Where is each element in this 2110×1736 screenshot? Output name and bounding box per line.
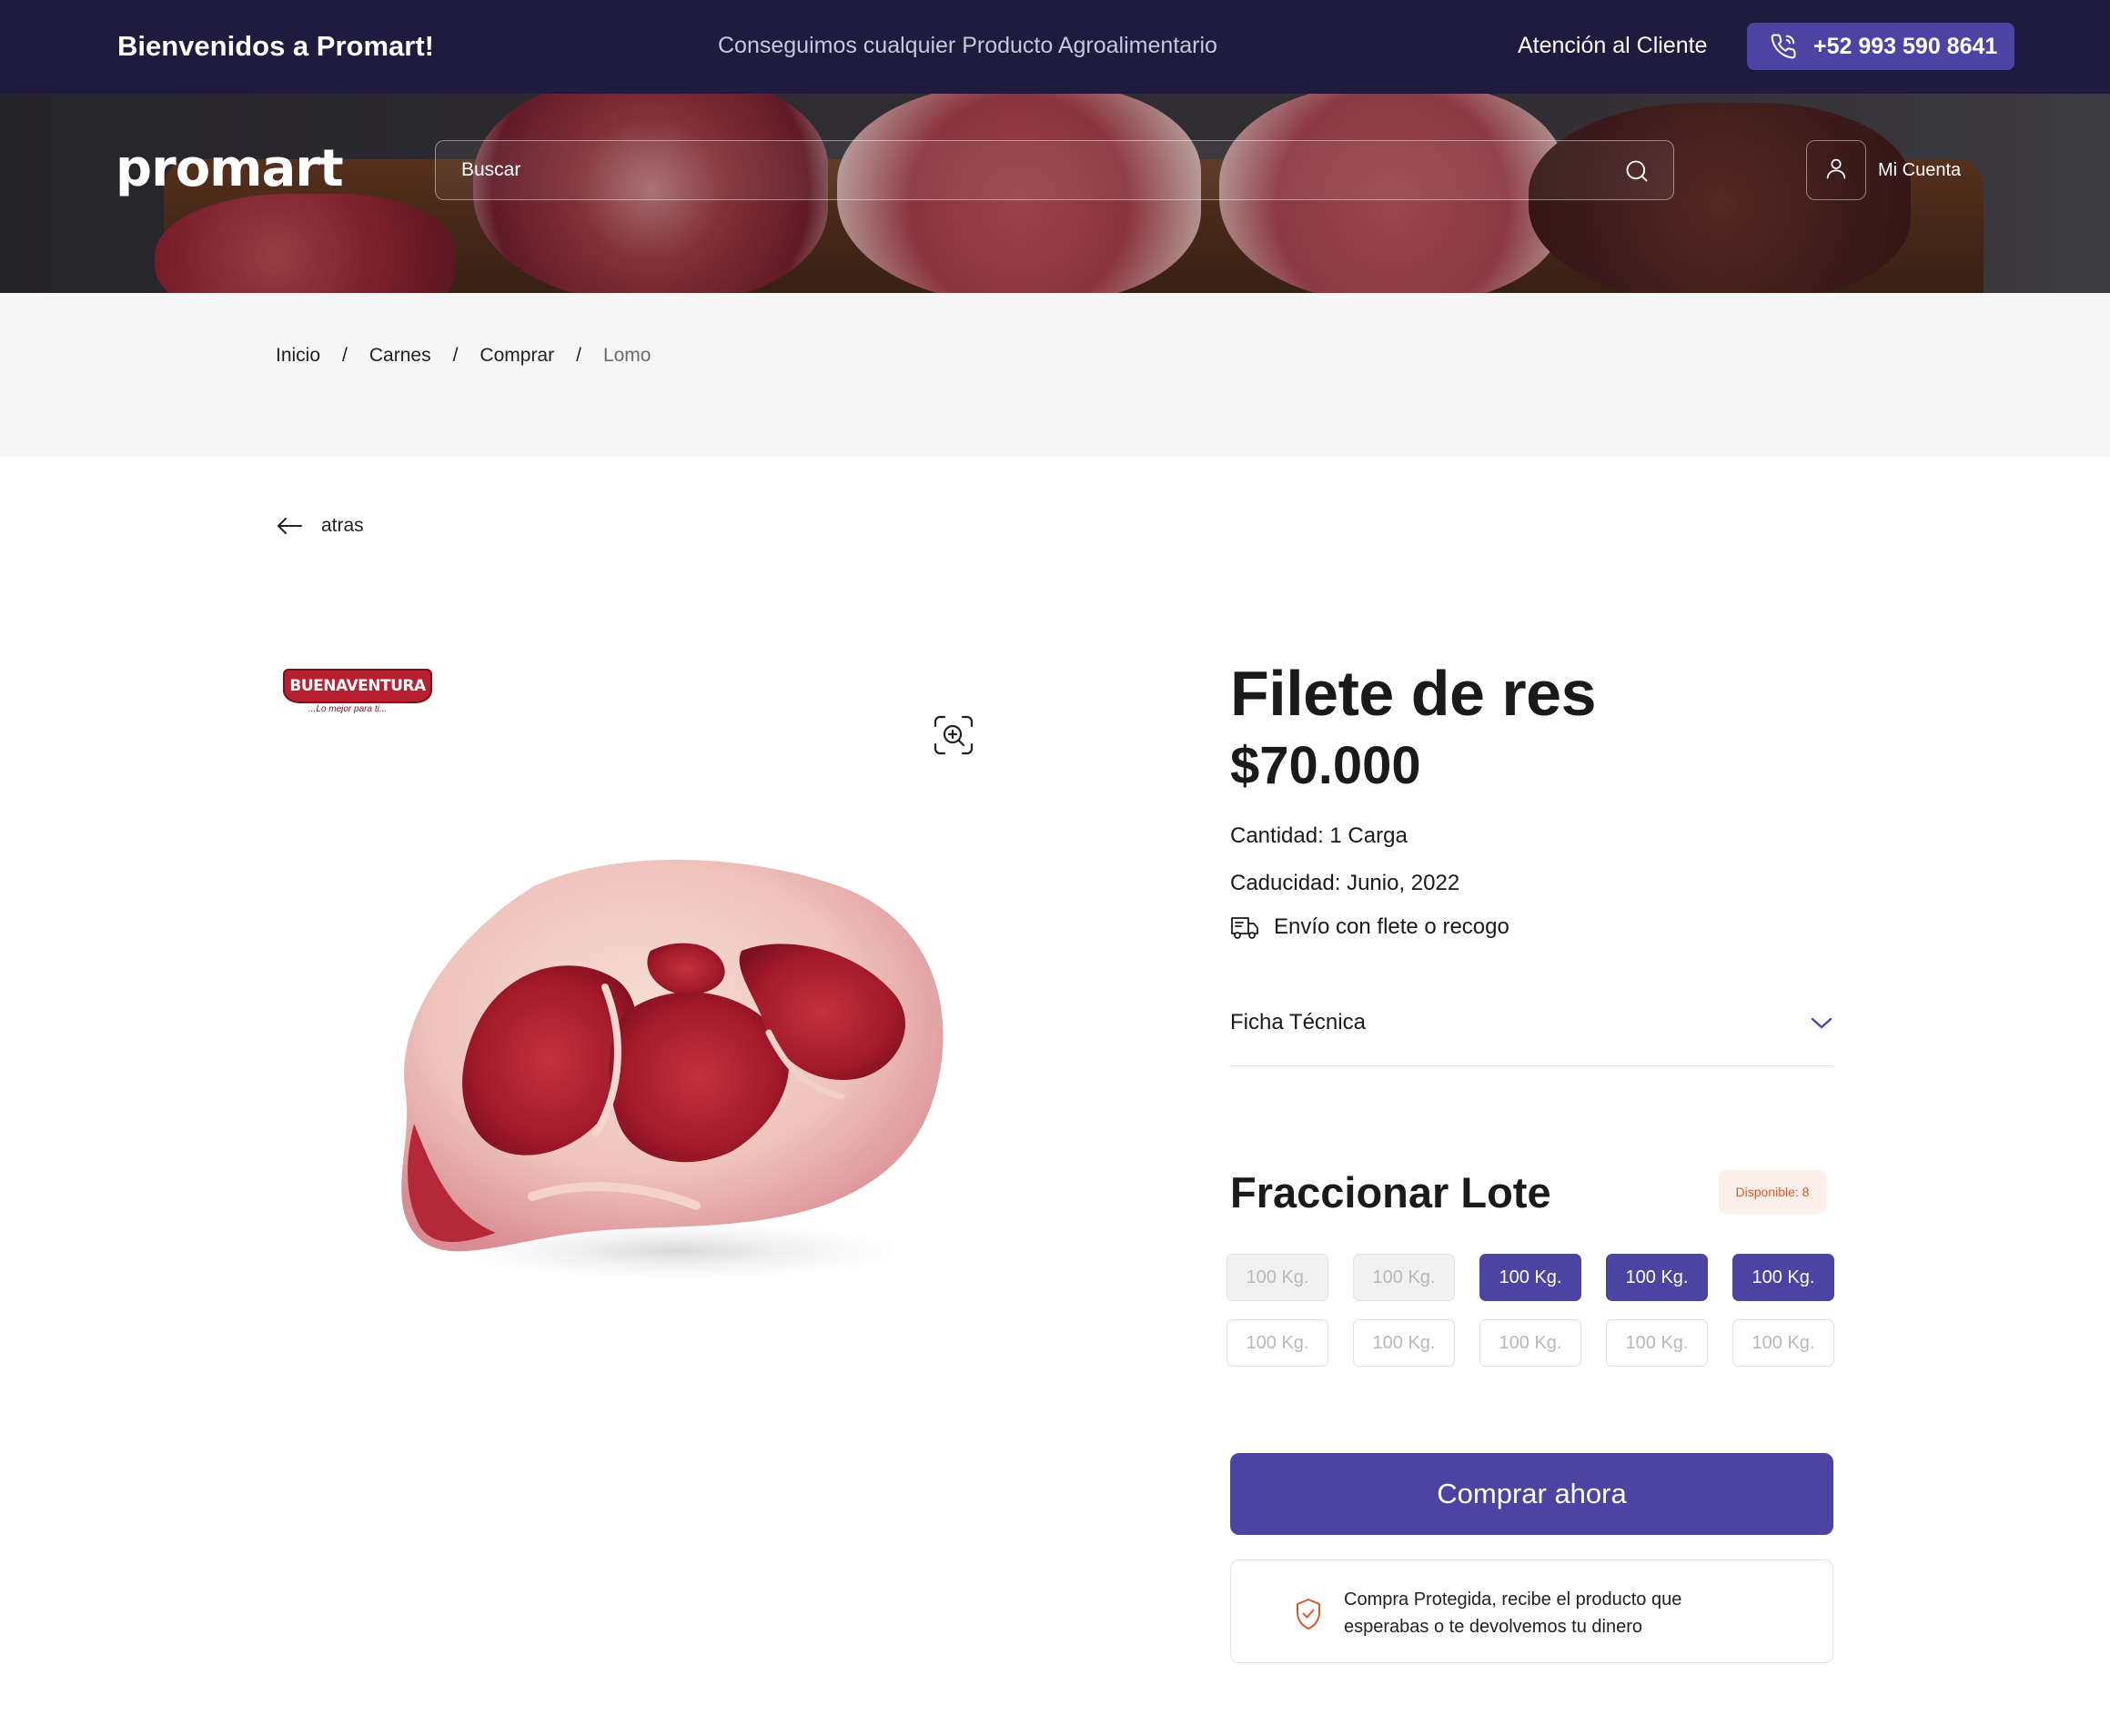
account-button[interactable]: Mi Cuenta bbox=[1806, 140, 1970, 200]
lot-chip-grid: 100 Kg. 100 Kg. 100 Kg. 100 Kg. 100 Kg. … bbox=[1227, 1254, 1834, 1367]
purchase-protection-box: Compra Protegida, recibe el producto que… bbox=[1230, 1559, 1833, 1663]
tagline-text: Conseguimos cualquier Producto Agroalime… bbox=[718, 33, 1217, 58]
product-image bbox=[350, 851, 978, 1297]
phone-icon bbox=[1770, 33, 1797, 60]
product-title: Filete de res bbox=[1230, 658, 1597, 729]
search-icon[interactable] bbox=[1624, 158, 1650, 184]
phone-number: +52 993 590 8641 bbox=[1813, 33, 1998, 59]
buy-now-label: Comprar ahora bbox=[1437, 1478, 1627, 1509]
brand-logo: BUENAVENTURA ...Lo mejor para ti... bbox=[283, 664, 432, 715]
protection-text: Compra Protegida, recibe el producto que… bbox=[1344, 1590, 1682, 1637]
back-link[interactable]: atras bbox=[276, 515, 364, 537]
lot-chip[interactable]: 100 Kg. bbox=[1606, 1319, 1708, 1367]
lot-chip[interactable]: 100 Kg. bbox=[1606, 1254, 1708, 1301]
lot-chip: 100 Kg. bbox=[1227, 1254, 1328, 1301]
breadcrumb-current: Lomo bbox=[602, 345, 651, 366]
arrow-left-icon bbox=[276, 516, 303, 536]
lot-chip[interactable]: 100 Kg. bbox=[1732, 1254, 1834, 1301]
lot-chip[interactable]: 100 Kg. bbox=[1732, 1319, 1834, 1367]
breadcrumb-item[interactable]: Comprar bbox=[480, 345, 554, 367]
technical-sheet-label: Ficha Técnica bbox=[1230, 1010, 1366, 1035]
buy-now-button[interactable]: Comprar ahora bbox=[1230, 1453, 1833, 1535]
breadcrumb-separator: / bbox=[342, 345, 348, 366]
brand-name: BUENAVENTURA bbox=[289, 677, 426, 695]
user-icon bbox=[1823, 156, 1849, 186]
account-icon-box bbox=[1806, 140, 1866, 200]
availability-text: Disponible: 8 bbox=[1735, 1185, 1810, 1199]
split-lot-title: Fraccionar Lote bbox=[1230, 1168, 1551, 1216]
top-bar: Bienvenidos a Promart! Conseguimos cualq… bbox=[0, 0, 2110, 94]
phone-button[interactable]: +52 993 590 8641 bbox=[1747, 23, 2014, 70]
lot-chip[interactable]: 100 Kg. bbox=[1479, 1319, 1581, 1367]
search-input[interactable] bbox=[461, 141, 1590, 199]
lot-chip[interactable]: 100 Kg. bbox=[1479, 1254, 1581, 1301]
breadcrumb-band: Inicio / Carnes / Comprar / Lomo bbox=[0, 293, 2110, 457]
customer-service-link[interactable]: Atención al Cliente bbox=[1518, 33, 1707, 59]
lot-chip: 100 Kg. bbox=[1353, 1254, 1455, 1301]
welcome-text: Bienvenidos a Promart! bbox=[117, 30, 434, 62]
shipping-info: Envío con flete o recogo bbox=[1230, 913, 1509, 941]
shipping-label: Envío con flete o recogo bbox=[1274, 914, 1509, 939]
product-price: $70.000 bbox=[1230, 736, 1421, 795]
breadcrumb: Inicio / Carnes / Comprar / Lomo bbox=[276, 345, 651, 367]
technical-sheet-accordion[interactable]: Ficha Técnica bbox=[1230, 1001, 1833, 1066]
hero-header: promart Mi Cuenta bbox=[0, 94, 2110, 293]
chevron-down-icon bbox=[1810, 1014, 1833, 1032]
shield-check-icon bbox=[1293, 1597, 1324, 1631]
lot-chip[interactable]: 100 Kg. bbox=[1227, 1319, 1328, 1367]
availability-badge: Disponible: 8 bbox=[1719, 1170, 1826, 1214]
account-label: Mi Cuenta bbox=[1878, 159, 1962, 180]
breadcrumb-item[interactable]: Inicio bbox=[276, 345, 320, 367]
zoom-in-icon[interactable] bbox=[933, 714, 974, 756]
product-quantity: Cantidad: 1 Carga bbox=[1230, 823, 1408, 848]
truck-icon bbox=[1230, 913, 1259, 941]
breadcrumb-separator: / bbox=[452, 345, 459, 366]
lot-chip[interactable]: 100 Kg. bbox=[1353, 1319, 1455, 1367]
brand-slogan: ...Lo mejor para ti... bbox=[308, 704, 388, 714]
back-label: atras bbox=[321, 515, 364, 536]
brand-band: BUENAVENTURA bbox=[283, 669, 432, 703]
breadcrumb-item[interactable]: Carnes bbox=[369, 345, 431, 367]
product-expiry: Caducidad: Junio, 2022 bbox=[1230, 871, 1460, 895]
breadcrumb-separator: / bbox=[576, 345, 581, 366]
search-bar bbox=[435, 140, 1674, 200]
promart-logo[interactable]: promart bbox=[116, 139, 344, 198]
